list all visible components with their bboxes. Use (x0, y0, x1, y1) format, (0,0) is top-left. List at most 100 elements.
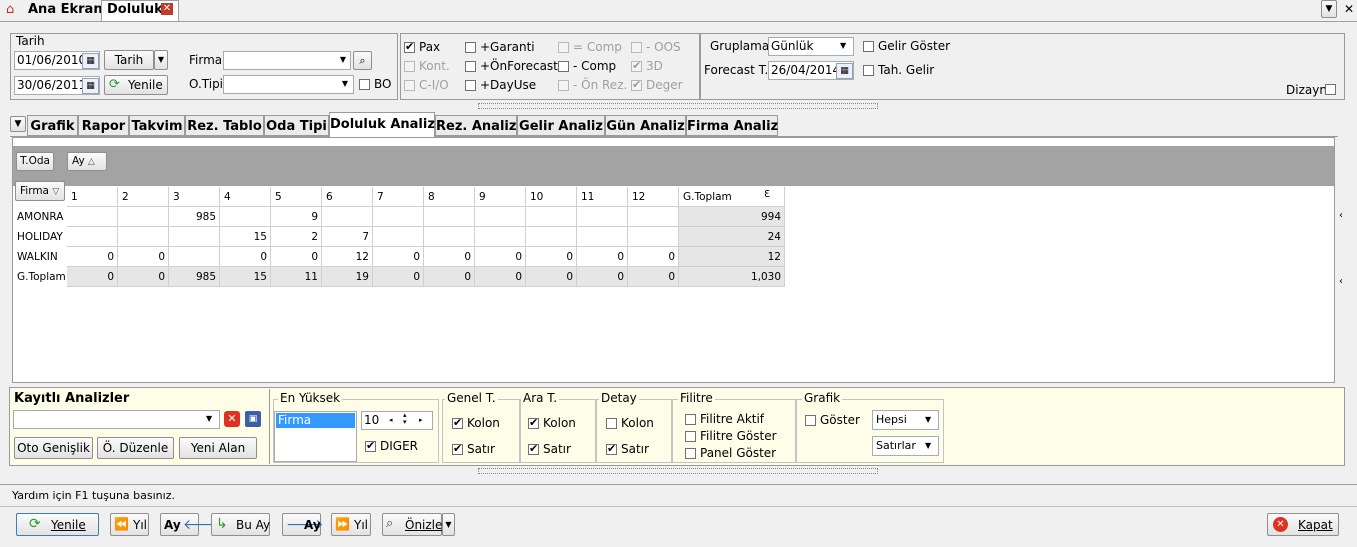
column-header[interactable]: 4 (220, 187, 271, 207)
delete-icon[interactable]: ✕ (224, 411, 240, 427)
firma-select[interactable] (223, 51, 351, 70)
tab-g-n-analiz[interactable]: Gün Analiz (605, 115, 686, 136)
data-field-toda[interactable]: T.Oda (16, 152, 54, 171)
chevron-down-icon[interactable]: ▼ (339, 77, 351, 91)
prev-year-button[interactable]: ⏪ Yıl (110, 513, 149, 536)
tab-doluluk-analiz[interactable]: Doluluk Analiz (329, 112, 435, 137)
chevron-left-icon[interactable]: ‹ (1339, 276, 1347, 290)
row-field-firma[interactable]: Firma ▽ (15, 181, 65, 201)
ara-satir-checkbox[interactable] (528, 442, 539, 455)
save-icon[interactable]: ▣ (245, 411, 261, 427)
tab-rez-analiz[interactable]: Rez. Analiz (435, 115, 517, 136)
table-cell: 15 (220, 227, 271, 247)
column-field-ay[interactable]: Ay △ (67, 152, 107, 171)
tab-doluluk[interactable]: Doluluk (107, 0, 163, 20)
spinner-arrows-icon[interactable]: ▴ ▾ (403, 412, 415, 427)
table-cell: 0 (424, 247, 475, 267)
tabs-menu-button[interactable]: ▼ (10, 116, 26, 132)
tab-takvim[interactable]: Takvim (129, 115, 185, 136)
tarih-dropdown-button[interactable]: ▼ (154, 50, 168, 70)
genel-kolon-checkbox[interactable] (452, 416, 463, 429)
oto-genislik-button[interactable]: Oto Genişlik (14, 437, 93, 459)
column-header[interactable]: 9 (475, 187, 526, 207)
this-month-button[interactable]: ↳ Bu Ay (211, 513, 270, 536)
column-header[interactable]: 7 (373, 187, 424, 207)
ara-legend: Ara T. (521, 391, 560, 405)
diger-checkbox[interactable] (365, 439, 376, 452)
column-header[interactable]: 11 (577, 187, 628, 207)
column-header[interactable]: 10 (526, 187, 577, 207)
chevron-right-icon[interactable]: ▸ (419, 413, 429, 427)
bo-checkbox[interactable] (359, 79, 370, 90)
detay-satir-checkbox[interactable] (606, 442, 617, 455)
calendar-icon[interactable]: ▦ (836, 63, 853, 79)
tarih-button[interactable]: Tarih (104, 50, 154, 70)
yenile-label: Yenile (128, 78, 163, 92)
prev-month-button[interactable]: Ay 🡐 (160, 513, 221, 536)
chevron-left-icon[interactable]: ‹ (1339, 210, 1347, 224)
top-splitter-handle[interactable] (478, 103, 878, 109)
calendar-icon[interactable]: ▦ (82, 78, 99, 94)
detay-kolon-checkbox[interactable] (606, 418, 617, 429)
tab-oda-tipi[interactable]: Oda Tipi (264, 115, 329, 136)
sort-icon[interactable]: Ꜫ (764, 189, 770, 200)
column-header[interactable]: 5 (271, 187, 322, 207)
tab-list-dropdown[interactable]: ▼ (1321, 0, 1337, 18)
column-header[interactable]: 8 (424, 187, 475, 207)
column-header[interactable]: 1 (67, 187, 118, 207)
chevron-down-icon[interactable]: ▼ (925, 439, 931, 453)
row-header[interactable]: AMONRA (13, 207, 71, 227)
tab-grafik[interactable]: Grafik (27, 115, 78, 136)
kapat-button[interactable]: ✕ Kapat (1267, 513, 1339, 536)
tab-firma-analiz[interactable]: Firma Analiz (686, 115, 778, 136)
column-header[interactable]: 3 (169, 187, 220, 207)
option-checkbox-7[interactable] (558, 61, 569, 72)
firma-search-button[interactable]: ⌕ (353, 51, 372, 70)
gelir-goster-checkbox[interactable] (863, 41, 874, 52)
filitre-aktif-checkbox[interactable] (685, 414, 696, 425)
tab-ana-ekran[interactable]: Ana Ekran (28, 0, 103, 20)
genel-satir-checkbox[interactable] (452, 442, 463, 455)
calendar-icon[interactable]: ▦ (82, 53, 99, 69)
option-checkbox-5[interactable] (465, 80, 476, 91)
chevron-down-icon[interactable]: ▼ (206, 412, 212, 426)
row-header[interactable]: G.Toplam (13, 267, 71, 287)
filitre-goster-checkbox[interactable] (685, 431, 696, 442)
yenile-button[interactable]: ⟳ Yenile (104, 75, 168, 95)
next-month-button[interactable]: 🡒 Ay (282, 513, 324, 536)
ara-kolon-checkbox[interactable] (528, 416, 539, 429)
close-tab-icon[interactable]: ✕ (161, 3, 173, 15)
dizayn-checkbox[interactable] (1325, 84, 1336, 95)
column-header[interactable]: 2 (118, 187, 169, 207)
o-duzenle-button[interactable]: Ö. Düzenle (97, 437, 174, 459)
chevron-down-icon[interactable]: ▼ (925, 413, 931, 427)
tab-rapor[interactable]: Rapor (78, 115, 129, 136)
next-year-button[interactable]: ⏩ Yıl (331, 513, 371, 536)
option-checkbox-3[interactable] (465, 42, 476, 53)
grafik-goster-checkbox[interactable] (805, 415, 816, 426)
list-item-firma[interactable]: Firma (276, 413, 355, 428)
tab-gelir-analiz[interactable]: Gelir Analiz (517, 115, 605, 136)
bottom-yenile-button[interactable]: ⟳ Yenile (16, 513, 99, 536)
close-window-icon[interactable]: ✕ (1341, 0, 1357, 18)
option-checkbox-4[interactable] (465, 61, 476, 72)
tah-gelir-checkbox[interactable] (863, 65, 874, 76)
row-header[interactable]: WALKIN (13, 247, 71, 267)
panel-goster-checkbox[interactable] (685, 448, 696, 459)
column-header[interactable]: 12 (628, 187, 679, 207)
chevron-down-icon[interactable]: ▼ (337, 53, 349, 67)
chevron-down-icon[interactable]: ▼ (840, 39, 852, 53)
bottom-splitter-handle[interactable] (478, 468, 878, 474)
saved-analyses-select[interactable] (13, 410, 220, 429)
row-header[interactable]: HOLIDAY (13, 227, 71, 247)
otipi-select[interactable] (223, 75, 354, 94)
yeni-alan-button[interactable]: Yeni Alan (179, 437, 257, 459)
onizle-button[interactable]: ⌕ Önizle (382, 513, 442, 536)
onizle-dropdown-button[interactable]: ▼ (442, 513, 455, 536)
chevron-left-icon[interactable]: ◂ (389, 413, 399, 427)
column-header[interactable]: 6 (322, 187, 373, 207)
option-checkbox-0[interactable] (404, 40, 415, 53)
tab-rez-tablo[interactable]: Rez. Tablo (185, 115, 264, 136)
genel-satir-label: Satır (467, 442, 495, 456)
onizle-label: Önizle (405, 518, 443, 532)
